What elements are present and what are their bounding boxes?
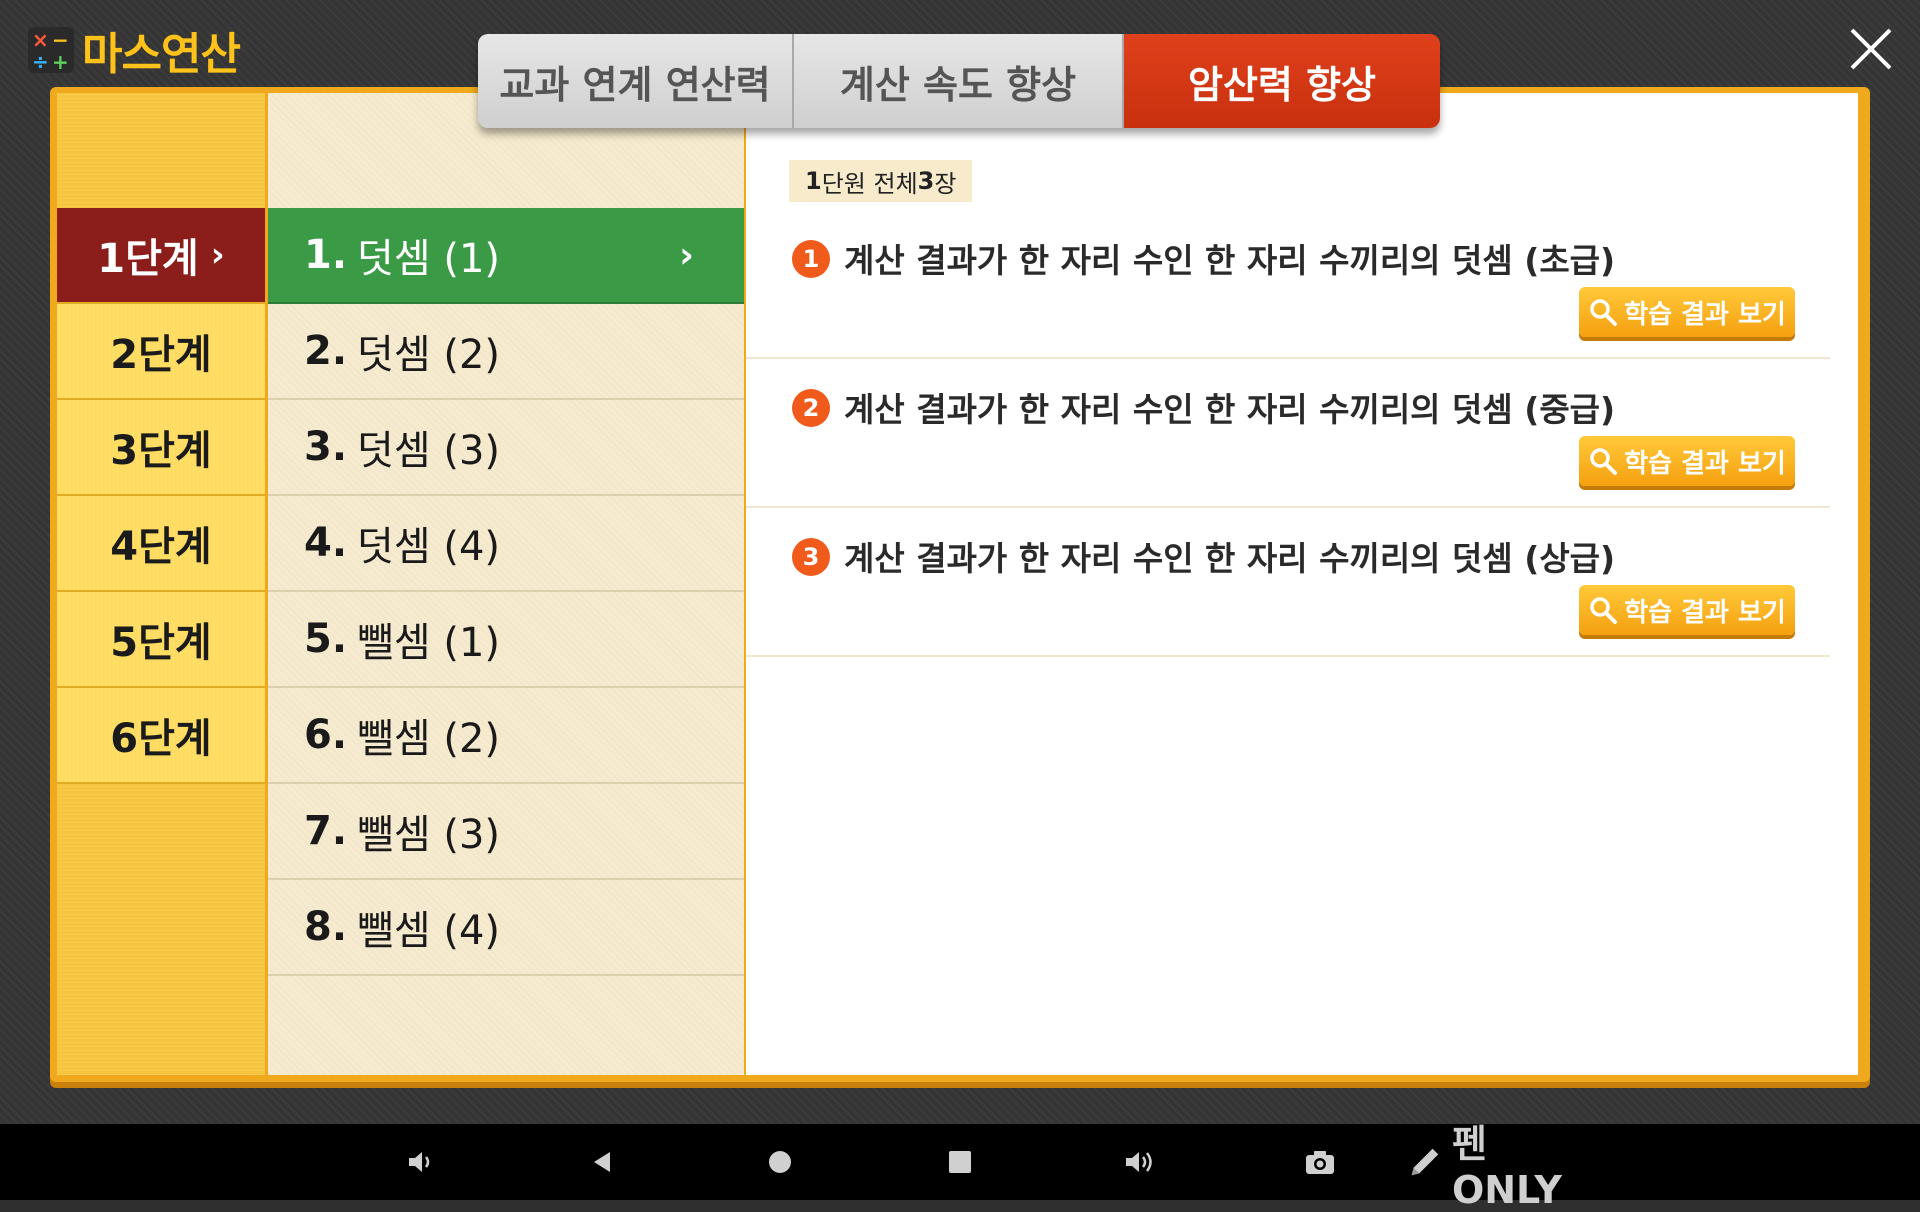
app-screen: × − ÷ + 마스연산 1단계 › 2단계 3단계 4단계 5단계 6단계 1… xyxy=(0,0,1920,1124)
lesson-title: 계산 결과가 한 자리 수인 한 자리 수끼리의 덧셈 (상급) xyxy=(844,539,1616,578)
stage-item-3[interactable]: 3단계 xyxy=(57,400,265,496)
chevron-right-icon: › xyxy=(679,234,694,276)
unit-label: 뺄셈 (2) xyxy=(357,716,501,762)
lesson-item-2: 2 계산 결과가 한 자리 수인 한 자리 수끼리의 덧셈 (중급) 학습 결과… xyxy=(746,359,1830,508)
lesson-title: 계산 결과가 한 자리 수인 한 자리 수끼리의 덧셈 (초급) xyxy=(844,241,1616,280)
system-navigation-bar: 펜 ONLY xyxy=(0,1122,1920,1212)
unit-label: 덧셈 (2) xyxy=(357,332,501,378)
unit-item-7[interactable]: 7. 뺄셈 (3) xyxy=(268,784,744,880)
stage-item-6[interactable]: 6단계 xyxy=(57,688,265,784)
unit-label: 덧셈 (1) xyxy=(357,236,501,282)
tab-curriculum[interactable]: 교과 연계 연산력 xyxy=(478,34,794,128)
unit-number: 7. xyxy=(304,808,348,854)
home-icon xyxy=(769,1151,791,1173)
view-results-button[interactable]: 학습 결과 보기 xyxy=(1579,436,1795,486)
stage-item-2[interactable]: 2단계 xyxy=(57,304,265,400)
close-icon xyxy=(1850,28,1892,70)
unit-number: 4. xyxy=(304,520,348,566)
volume-down-button[interactable] xyxy=(398,1124,442,1200)
unit-item-4[interactable]: 4. 덧셈 (4) xyxy=(268,496,744,592)
unit-number: 1. xyxy=(304,232,348,278)
stage-item-1[interactable]: 1단계 › xyxy=(57,208,265,304)
unit-item-3[interactable]: 3. 덧셈 (3) xyxy=(268,400,744,496)
tab-mental-math[interactable]: 암산력 향상 xyxy=(1124,34,1440,128)
unit-label: 뺄셈 (3) xyxy=(357,812,501,858)
unit-item-6[interactable]: 6. 뺄셈 (2) xyxy=(268,688,744,784)
summary-unit-text: 단원 전체 xyxy=(821,169,918,198)
screenshot-button[interactable] xyxy=(1298,1124,1342,1200)
unit-number: 8. xyxy=(304,904,348,950)
summary-count-text: 장 xyxy=(934,169,957,198)
lesson-item-3: 3 계산 결과가 한 자리 수인 한 자리 수끼리의 덧셈 (상급) 학습 결과… xyxy=(746,508,1830,657)
pen-icon xyxy=(1411,1148,1439,1176)
back-icon xyxy=(594,1152,610,1172)
lesson-item-1: 1 계산 결과가 한 자리 수인 한 자리 수끼리의 덧셈 (초급) 학습 결과… xyxy=(746,210,1830,359)
search-icon xyxy=(1588,297,1618,327)
close-button[interactable] xyxy=(1846,24,1896,74)
tab-label: 계산 속도 향상 xyxy=(839,62,1077,107)
chevron-right-icon: › xyxy=(210,235,225,275)
back-button[interactable] xyxy=(580,1124,624,1200)
summary-count: 3 xyxy=(917,167,935,195)
button-label: 학습 결과 보기 xyxy=(1624,597,1786,628)
stage-label: 6단계 xyxy=(110,716,212,762)
unit-number: 2. xyxy=(304,328,348,374)
recents-button[interactable] xyxy=(938,1124,982,1200)
unit-item-8[interactable]: 8. 뺄셈 (4) xyxy=(268,880,744,976)
unit-list: 1. 덧셈 (1) › 2. 덧셈 (2) 3. 덧셈 (3) 4. 덧셈 (4… xyxy=(268,93,744,1075)
unit-item-5[interactable]: 5. 뺄셈 (1) xyxy=(268,592,744,688)
svg-text:−: − xyxy=(52,28,69,52)
math-symbols-icon: × − ÷ + xyxy=(28,27,74,73)
volume-down-icon xyxy=(409,1152,430,1172)
button-label: 학습 결과 보기 xyxy=(1624,299,1786,330)
recents-icon xyxy=(949,1151,971,1173)
unit-item-2[interactable]: 2. 덧셈 (2) xyxy=(268,304,744,400)
summary-unit-number: 1 xyxy=(805,167,822,195)
stage-item-4[interactable]: 4단계 xyxy=(57,496,265,592)
stage-list: 1단계 › 2단계 3단계 4단계 5단계 6단계 xyxy=(57,93,265,1075)
volume-up-icon xyxy=(1126,1152,1152,1172)
pen-only-label: 펜 ONLY xyxy=(1451,1121,1562,1212)
lesson-number-badge: 3 xyxy=(792,538,830,576)
unit-summary: 1 단원 전체 3장 xyxy=(789,160,973,202)
lesson-number-badge: 1 xyxy=(792,240,830,278)
unit-number: 6. xyxy=(304,712,348,758)
stage-label: 5단계 xyxy=(110,620,212,666)
category-tabs: 교과 연계 연산력 계산 속도 향상 암산력 향상 xyxy=(478,34,1440,128)
stage-label: 2단계 xyxy=(110,332,212,378)
unit-label: 덧셈 (4) xyxy=(357,524,501,570)
stage-label: 4단계 xyxy=(110,524,212,570)
lesson-title: 계산 결과가 한 자리 수인 한 자리 수끼리의 덧셈 (중급) xyxy=(844,390,1616,429)
unit-label: 덧셈 (3) xyxy=(357,428,501,474)
unit-label: 뺄셈 (1) xyxy=(357,620,501,666)
search-icon xyxy=(1588,595,1618,625)
svg-text:+: + xyxy=(52,50,69,73)
app-logo: × − ÷ + 마스연산 xyxy=(28,18,241,82)
stage-item-5[interactable]: 5단계 xyxy=(57,592,265,688)
svg-text:÷: ÷ xyxy=(32,50,49,73)
view-results-button[interactable]: 학습 결과 보기 xyxy=(1579,287,1795,337)
svg-text:×: × xyxy=(32,28,49,52)
search-icon xyxy=(1588,446,1618,476)
unit-label: 뺄셈 (4) xyxy=(357,908,501,954)
home-button[interactable] xyxy=(758,1124,802,1200)
stage-label: 1단계 xyxy=(97,236,199,282)
pen-only-button[interactable]: 펜 ONLY xyxy=(1406,1122,1602,1212)
camera-icon xyxy=(1306,1151,1334,1174)
unit-item-1[interactable]: 1. 덧셈 (1) › xyxy=(268,208,744,304)
stage-label: 3단계 xyxy=(110,428,212,474)
lesson-number-badge: 2 xyxy=(792,389,830,427)
view-results-button[interactable]: 학습 결과 보기 xyxy=(1579,585,1795,635)
button-label: 학습 결과 보기 xyxy=(1624,448,1786,479)
tab-label: 교과 연계 연산력 xyxy=(499,62,771,107)
tab-label: 암산력 향상 xyxy=(1187,62,1377,107)
unit-number: 3. xyxy=(304,424,348,470)
tab-speed[interactable]: 계산 속도 향상 xyxy=(794,34,1124,128)
app-title: 마스연산 xyxy=(82,29,241,80)
unit-number: 5. xyxy=(304,616,348,662)
volume-up-button[interactable] xyxy=(1118,1124,1162,1200)
